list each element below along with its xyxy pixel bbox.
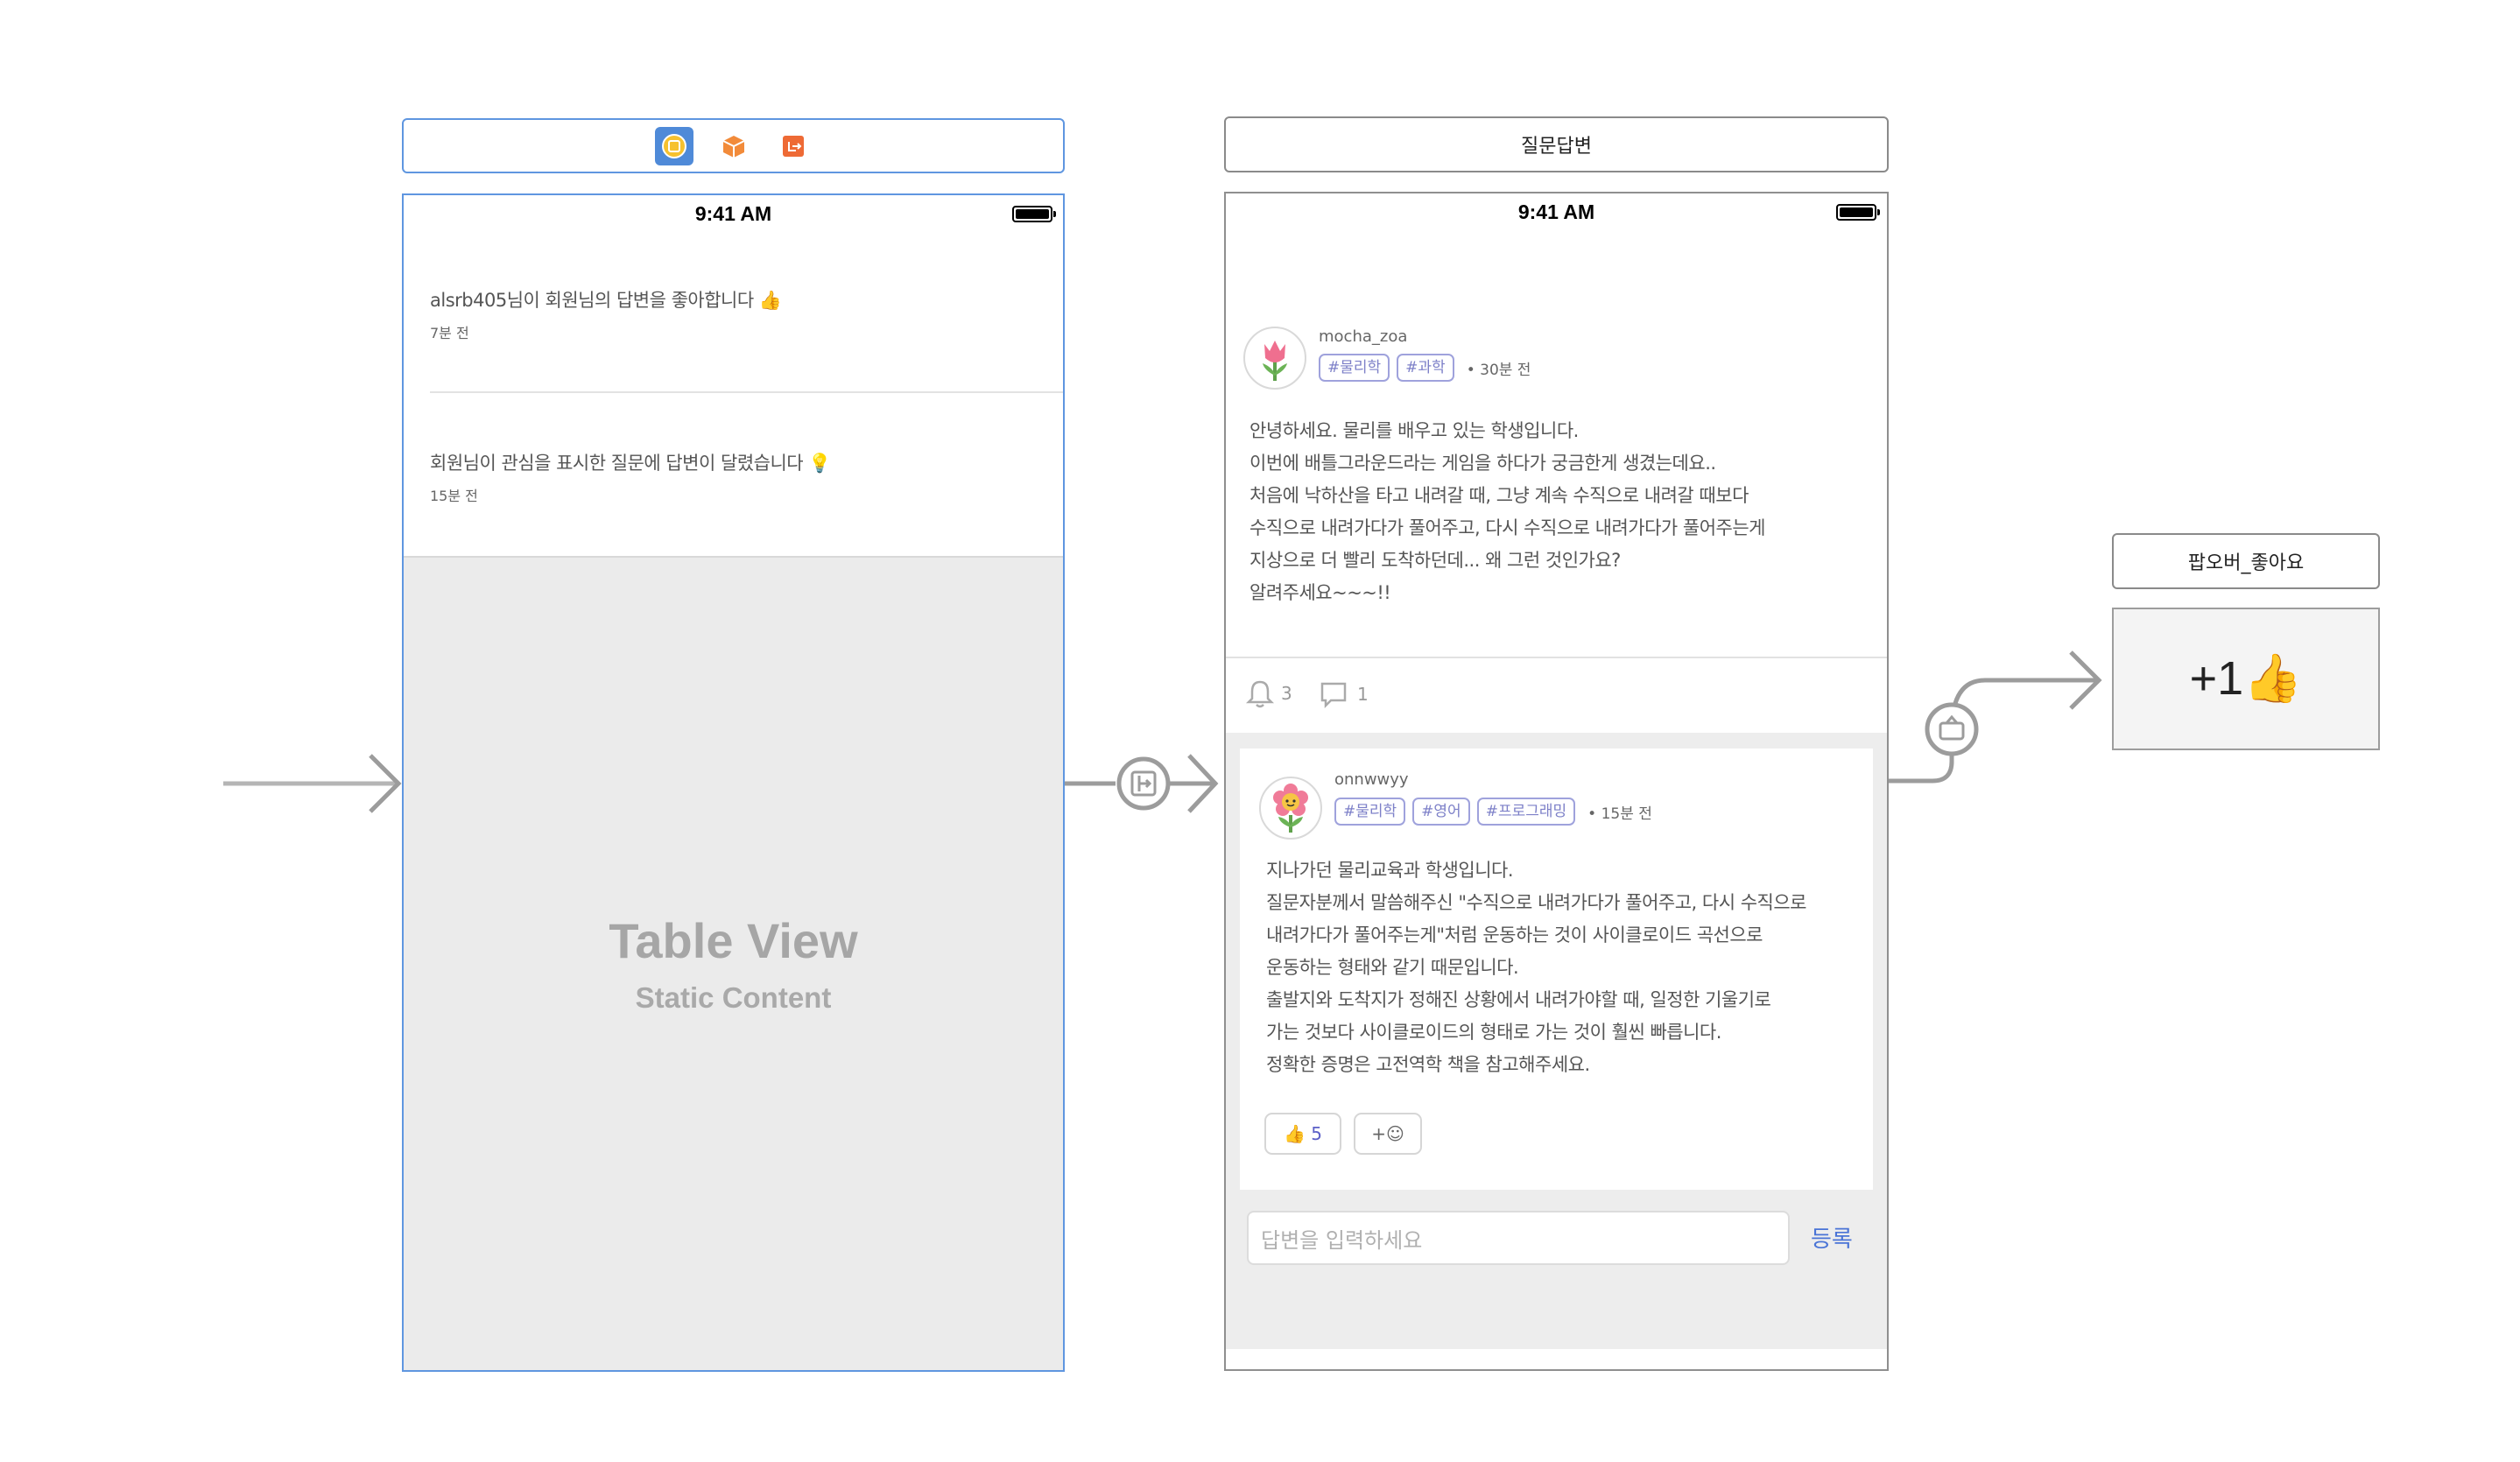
scene1-dock[interactable]	[402, 118, 1065, 173]
question-time: • 30분 전	[1466, 361, 1531, 379]
answer-input[interactable]: 답변을 입력하세요	[1247, 1211, 1790, 1265]
notification-text: 회원님이 관심을 표시한 질문에 답변이 달렸습니다 💡	[430, 453, 831, 474]
segue-show[interactable]	[1065, 749, 1222, 819]
tulip-icon	[1263, 341, 1287, 381]
battery-icon	[1836, 204, 1880, 221]
row-divider	[430, 391, 1063, 393]
section-divider	[1226, 657, 1887, 658]
question-line: 안녕하세요. 물리를 배우고 있는 학생입니다.	[1249, 420, 1579, 441]
answer-card: onnwwyy #물리학 #영어 #프로그래밍 • 15분 전 지나가던 물리교…	[1240, 749, 1873, 1190]
first-responder-icon[interactable]	[714, 127, 753, 165]
notification-screen: 9:41 AM alsrb405님이 회원님의 답변을 좋아합니다 👍 7분 전…	[402, 193, 1065, 1372]
tag-chip[interactable]: #과학	[1397, 354, 1454, 382]
tag-chip[interactable]: #프로그래밍	[1476, 798, 1576, 826]
scene3-title-bar[interactable]: 팝오버_좋아요	[2112, 533, 2380, 589]
question-line: 수직으로 내려가다가 풀어주고, 다시 수직으로 내려가다가 풀어주는게	[1249, 517, 1766, 538]
comment-count: 1	[1357, 684, 1369, 705]
notification-item[interactable]: alsrb405님이 회원님의 답변을 좋아합니다 👍 7분 전	[430, 286, 1063, 342]
tag-chip[interactable]: #영어	[1412, 798, 1470, 826]
notification-item[interactable]: 회원님이 관심을 표시한 질문에 답변이 달렸습니다 💡 15분 전	[430, 449, 1063, 505]
like-popover: +1👍	[2112, 608, 2380, 750]
question-line: 지상으로 더 빨리 도착하던데... 왜 그런 것인가요?	[1249, 550, 1621, 571]
bell-icon	[1246, 680, 1274, 708]
question-tag-row: #물리학 #과학 • 30분 전	[1319, 354, 1531, 382]
battery-icon	[1012, 206, 1056, 222]
table-view-subtitle: Static Content	[635, 981, 832, 1014]
question-username[interactable]: mocha_zoa	[1319, 327, 1407, 346]
entry-point-arrow[interactable]	[223, 753, 412, 814]
answer-line: 질문자분께서 말씀해주신 "수직으로 내려가다가 풀어주고, 다시 수직으로	[1266, 892, 1806, 913]
answer-line: 지나가던 물리교육과 학생입니다.	[1266, 860, 1514, 881]
answer-line: 가는 것보다 사이클로이드의 형태로 가는 것이 훨씬 빠릅니다.	[1266, 1022, 1721, 1043]
table-view-title: Table View	[609, 913, 858, 968]
comment-counter[interactable]: 1	[1319, 680, 1369, 708]
answer-avatar[interactable]	[1259, 777, 1322, 840]
question-avatar[interactable]	[1243, 327, 1306, 390]
answer-line: 정확한 증명은 고전역학 책을 참고해주세요.	[1266, 1054, 1590, 1075]
status-time: 9:41 AM	[694, 201, 772, 225]
question-detail-screen: 9:41 AM mocha_zoa #물리학 #과학 • 30분 전 안녕하세요…	[1224, 192, 1889, 1371]
view-controller-icon[interactable]	[654, 126, 693, 165]
alarm-counter[interactable]: 3	[1246, 678, 1292, 708]
answer-line: 출발지와 도착지가 정해진 상황에서 내려가야할 때, 일정한 기울기로	[1266, 989, 1771, 1010]
question-line: 알려주세요~~~!!	[1249, 582, 1391, 603]
comment-icon	[1320, 682, 1347, 708]
question-line: 처음에 낙하산을 타고 내려갈 때, 그냥 계속 수직으로 내려갈 때보다	[1249, 485, 1749, 506]
alarm-count: 3	[1281, 683, 1292, 704]
answer-line: 운동하는 형태와 같기 때문입니다.	[1266, 957, 1519, 978]
scene3-title: 팝오버_좋아요	[2187, 552, 2305, 574]
question-body: 안녕하세요. 물리를 배우고 있는 학생입니다. 이번에 배틀그라운드라는 게임…	[1249, 415, 1766, 609]
question-line: 이번에 배틀그라운드라는 게임을 하다가 궁금한게 생겼는데요..	[1249, 453, 1716, 474]
notification-time: 15분 전	[430, 488, 478, 504]
answer-username[interactable]: onnwwyy	[1334, 770, 1409, 789]
answer-time: • 15분 전	[1587, 805, 1652, 823]
flower-icon	[1273, 784, 1308, 833]
notification-time: 7분 전	[430, 325, 469, 341]
segue-popover[interactable]	[1889, 643, 2112, 792]
add-reaction-button[interactable]: +☺	[1354, 1113, 1422, 1155]
answer-tag-row: #물리학 #영어 #프로그래밍 • 15분 전	[1334, 798, 1652, 826]
scene2-title-bar[interactable]: 질문답변	[1224, 116, 1889, 172]
submit-button[interactable]: 등록	[1811, 1221, 1853, 1254]
scene2-title: 질문답변	[1521, 136, 1592, 158]
status-time: 9:41 AM	[1517, 200, 1595, 223]
exit-icon[interactable]	[774, 127, 813, 165]
answer-line: 내려가다가 풀어주는게"처럼 운동하는 것이 사이클로이드 곡선으로	[1266, 924, 1763, 945]
answer-body: 지나가던 물리교육과 학생입니다. 질문자분께서 말씀해주신 "수직으로 내려가…	[1266, 854, 1806, 1081]
table-view-placeholder: Table View Static Content	[404, 556, 1063, 1370]
status-bar: 9:41 AM	[1226, 193, 1887, 230]
tag-chip[interactable]: #물리학	[1319, 354, 1390, 382]
plus-one-label: +1👍	[2189, 652, 2303, 705]
tag-chip[interactable]: #물리학	[1334, 798, 1406, 826]
status-bar: 9:41 AM	[404, 195, 1063, 232]
notification-text: alsrb405님이 회원님의 답변을 좋아합니다 👍	[430, 290, 782, 311]
like-reaction-button[interactable]: 👍 5	[1264, 1113, 1341, 1155]
